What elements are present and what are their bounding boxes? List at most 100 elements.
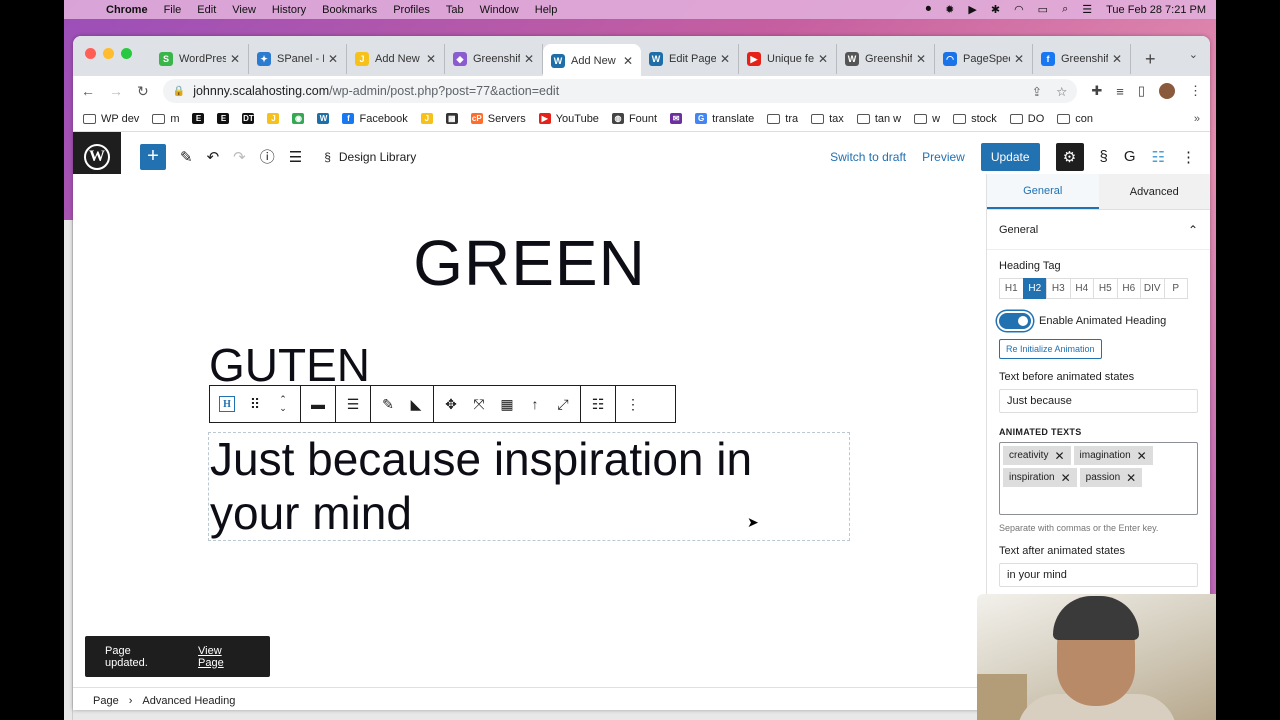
editor-canvas[interactable]: GREEN GUTEN H ⠿ ⌃ ⌄ ▬ ☰ ✎ ◣ ✥ ⤧ ▦ ↑ ⤢ ☷ … bbox=[73, 174, 986, 710]
heading-tag-h4-button[interactable]: H4 bbox=[1069, 278, 1094, 299]
reload-icon[interactable]: ↻ bbox=[137, 83, 149, 100]
bookmark-item[interactable]: tan w bbox=[856, 113, 901, 125]
bookmark-item[interactable]: w bbox=[914, 113, 940, 125]
heading-tag-h1-button[interactable]: H1 bbox=[999, 278, 1024, 299]
tab-close-icon[interactable]: ✕ bbox=[818, 52, 828, 66]
forward-icon[interactable]: → bbox=[109, 83, 123, 99]
bookmark-item[interactable]: f Facebook bbox=[342, 113, 408, 125]
address-bar[interactable]: 🔒 johnny.scalahosting.com /wp-admin/post… bbox=[162, 79, 1078, 103]
text-align-left-icon[interactable]: ☰ bbox=[340, 389, 366, 419]
lock-icon[interactable]: 🔒 bbox=[173, 86, 185, 97]
add-block-button[interactable]: + bbox=[140, 143, 166, 170]
menu-view[interactable]: View bbox=[232, 4, 256, 16]
tab-close-icon[interactable]: ✕ bbox=[230, 52, 240, 66]
bookmark-item[interactable]: J bbox=[420, 113, 433, 124]
chrome-menu-icon[interactable]: ⋮ bbox=[1189, 83, 1202, 99]
browser-tab[interactable]: W Edit Page ✕ bbox=[641, 44, 739, 74]
bookmark-item[interactable]: Gtranslate bbox=[695, 113, 754, 125]
bookmark-item[interactable]: DT bbox=[242, 113, 255, 124]
profile-avatar[interactable] bbox=[1159, 83, 1175, 99]
battery-icon[interactable]: ▭ bbox=[1038, 3, 1048, 16]
reading-list-icon[interactable]: ≡ bbox=[1116, 84, 1124, 99]
menu-help[interactable]: Help bbox=[535, 4, 558, 16]
browser-tab[interactable]: J Add New ✕ bbox=[347, 44, 445, 74]
preview-button[interactable]: Preview bbox=[922, 150, 965, 164]
bookmark-item[interactable]: tax bbox=[811, 113, 844, 125]
bookmark-item[interactable]: ✉ bbox=[670, 113, 683, 124]
menu-bookmarks[interactable]: Bookmarks bbox=[322, 4, 377, 16]
menubar-clock[interactable]: Tue Feb 28 7:21 PM bbox=[1106, 4, 1206, 16]
remove-token-icon[interactable]: ✕ bbox=[1137, 449, 1147, 463]
stackable-plugin-icon[interactable]: § bbox=[1100, 148, 1108, 165]
browser-tab[interactable]: W Greenshif ✕ bbox=[837, 44, 935, 74]
bookmark-item[interactable]: ▶ YouTube bbox=[538, 113, 599, 125]
menu-edit[interactable]: Edit bbox=[197, 4, 216, 16]
greenshift-g-icon[interactable]: G bbox=[1124, 148, 1136, 165]
browser-tab[interactable]: f Greenshif ✕ bbox=[1033, 44, 1131, 74]
bookmark-item[interactable]: stock bbox=[953, 113, 997, 125]
drag-handle-icon[interactable]: ⠿ bbox=[242, 389, 268, 419]
remove-token-icon[interactable]: ✕ bbox=[1061, 471, 1071, 485]
text-after-input[interactable]: in your mind bbox=[999, 563, 1198, 587]
reinitialize-animation-button[interactable]: Re Initialize Animation bbox=[999, 339, 1102, 359]
tab-close-icon[interactable]: ✕ bbox=[524, 52, 534, 66]
settings-gear-icon[interactable]: ⚙ bbox=[1055, 142, 1084, 171]
play-icon[interactable]: ▶ bbox=[968, 3, 976, 16]
bookmark-item[interactable]: con bbox=[1057, 113, 1093, 125]
general-panel-header[interactable]: General ⌃ bbox=[987, 210, 1210, 250]
menu-profiles[interactable]: Profiles bbox=[393, 4, 430, 16]
bluetooth-icon[interactable]: ✱ bbox=[991, 3, 1000, 16]
block-type-button[interactable]: H bbox=[214, 389, 240, 419]
tab-advanced[interactable]: Advanced bbox=[1098, 174, 1210, 209]
heading-tag-h3-button[interactable]: H3 bbox=[1046, 278, 1071, 299]
browser-tab[interactable]: ◠ PageSpee ✕ bbox=[935, 44, 1033, 74]
text-before-input[interactable]: Just because bbox=[999, 389, 1198, 413]
move-arrows-icon[interactable]: ✥ bbox=[438, 389, 464, 419]
bookmark-item[interactable]: tra bbox=[767, 113, 798, 125]
side-panel-icon[interactable]: ▯ bbox=[1138, 83, 1145, 99]
bookmark-item[interactable]: DO bbox=[1009, 113, 1044, 125]
remove-token-icon[interactable]: ✕ bbox=[1126, 471, 1136, 485]
heading-tag-h6-button[interactable]: H6 bbox=[1116, 278, 1141, 299]
design-library-button[interactable]: § Design Library bbox=[324, 150, 416, 164]
close-window-button[interactable] bbox=[85, 48, 96, 59]
bookmark-item[interactable]: E bbox=[192, 113, 205, 124]
options-more-icon[interactable]: ⋮ bbox=[1181, 148, 1196, 166]
menu-app-name[interactable]: Chrome bbox=[106, 4, 148, 16]
heading-tag-h2-button[interactable]: H2 bbox=[1022, 278, 1047, 299]
back-icon[interactable]: ← bbox=[81, 83, 95, 99]
tab-close-icon[interactable]: ✕ bbox=[1014, 52, 1024, 66]
redo-icon[interactable]: ↷ bbox=[233, 148, 246, 166]
browser-tab[interactable]: ▶ Unique fe ✕ bbox=[739, 44, 837, 74]
bookmark-item[interactable]: ▦ bbox=[445, 113, 458, 124]
tab-close-icon[interactable]: ✕ bbox=[426, 52, 436, 66]
spotlight-search-icon[interactable]: ⌕ bbox=[1062, 3, 1068, 16]
bookmark-item[interactable]: ◉ bbox=[292, 113, 305, 124]
bookmark-item[interactable]: m bbox=[152, 113, 179, 125]
heading-tag-p-button[interactable]: P bbox=[1163, 278, 1188, 299]
animated-texts-field[interactable]: creativity ✕ imagination ✕ inspiration ✕ passi… bbox=[999, 442, 1198, 515]
undo-icon[interactable]: ↶ bbox=[207, 148, 220, 166]
tab-general[interactable]: General bbox=[987, 174, 1099, 209]
bookmark-item[interactable]: cP Servers bbox=[470, 113, 526, 125]
remove-token-icon[interactable]: ✕ bbox=[1054, 449, 1064, 463]
control-center-icon[interactable]: ☰ bbox=[1082, 3, 1092, 16]
tab-close-icon[interactable]: ✕ bbox=[720, 52, 730, 66]
tab-close-icon[interactable]: ✕ bbox=[916, 52, 926, 66]
record-icon[interactable]: ⏺ bbox=[926, 3, 932, 16]
browser-tab[interactable]: S WordPres ✕ bbox=[151, 44, 249, 74]
update-button[interactable]: Update bbox=[980, 142, 1040, 171]
edit-pencil-icon[interactable]: ✎ bbox=[180, 148, 193, 166]
minimize-window-button[interactable] bbox=[103, 48, 114, 59]
tab-search-chevron-icon[interactable]: ⌄ bbox=[1189, 48, 1198, 61]
bookmark-item[interactable]: E bbox=[217, 113, 230, 124]
browser-tab[interactable]: W Add New ✕ bbox=[543, 44, 641, 78]
menu-file[interactable]: File bbox=[164, 4, 182, 16]
tab-close-icon[interactable]: ✕ bbox=[1112, 52, 1122, 66]
move-up-down-icon[interactable]: ⌃ ⌄ bbox=[270, 389, 296, 419]
extensions-puzzle-icon[interactable]: ✚ bbox=[1091, 83, 1102, 99]
new-tab-button[interactable]: + bbox=[1145, 49, 1156, 70]
share-icon[interactable]: ⇪ bbox=[1032, 84, 1042, 99]
brush-icon[interactable]: ✎ bbox=[375, 389, 401, 419]
heading-block-guten[interactable]: GUTEN bbox=[209, 338, 370, 392]
